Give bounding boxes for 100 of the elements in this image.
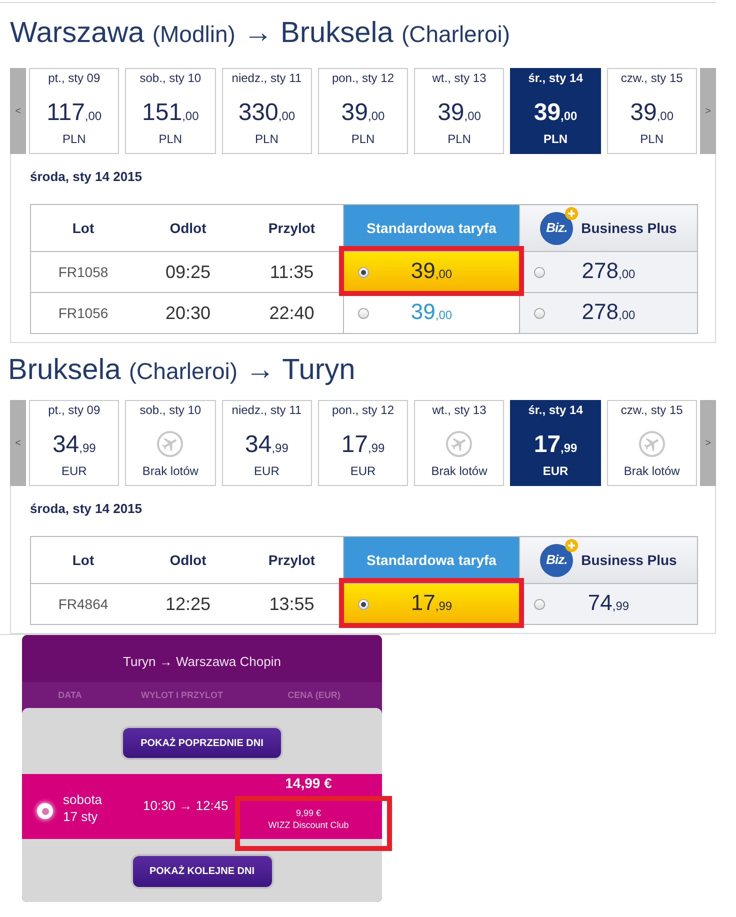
date-tile[interactable]: wt., sty 13 Brak lotów	[414, 400, 504, 486]
next-days-button[interactable]: POKAŻ KOLEJNE DNI	[132, 856, 272, 887]
day-label: pt., sty 09	[48, 71, 100, 85]
day-label: wt., sty 13	[432, 71, 486, 85]
fare-price: 278,00	[582, 298, 636, 326]
currency-label: PLN	[351, 132, 375, 146]
fare-cell[interactable]: 278,00	[520, 293, 697, 333]
flight-row[interactable]: sobota 17 sty 10:30 → 12:45 14,99 € 9,99 € WIZZ Discount Club	[22, 774, 382, 839]
fare-cell[interactable]: 17,99	[344, 584, 519, 624]
date-heading: środa, sty 14 2015	[30, 169, 144, 185]
date-label: 17 sty	[63, 808, 99, 825]
currency-label: PLN	[448, 132, 471, 146]
biz-logo: Biz.	[540, 544, 574, 576]
currency-label: PLN	[544, 132, 568, 146]
weekday-label: sobota	[63, 791, 104, 808]
airplane-icon	[638, 431, 665, 457]
currency-label: PLN	[255, 132, 278, 146]
date-tile[interactable]: śr., sty 14 39,00 PLN	[510, 68, 601, 154]
flight-number: FR4864	[30, 584, 136, 624]
flight-number: FR1058	[30, 252, 136, 292]
day-label: śr., sty 14	[528, 403, 583, 417]
day-label: śr., sty 14	[528, 71, 583, 85]
day-label: sob., sty 10	[140, 71, 202, 85]
currency-label: EUR	[61, 464, 87, 478]
currency-label: EUR	[254, 464, 280, 478]
price-text: 39,00	[630, 99, 674, 128]
biz-logo: Biz.	[540, 212, 574, 244]
column-header: Odlot	[136, 204, 240, 252]
date-tile[interactable]: pon., sty 12 17,99 EUR	[318, 400, 408, 486]
date-tile[interactable]: sob., sty 10 151,00 PLN	[125, 68, 216, 154]
fare-price: 74,99	[588, 590, 630, 616]
radio-button[interactable]	[358, 266, 369, 278]
column-header: WYLOT I PRZYLOT	[140, 688, 224, 702]
departure-time: 20:30	[136, 292, 240, 334]
date-tile[interactable]: śr., sty 14 17,99 EUR	[510, 400, 601, 486]
no-flights-label: Brak lotów	[624, 464, 680, 478]
fare-price: 39,00	[410, 258, 452, 284]
widget-title: Turyn → Warszawa Chopin	[122, 653, 282, 671]
column-label: Business Plus	[581, 218, 677, 238]
price-text: 17,99	[341, 431, 385, 460]
date-tile[interactable]: czw., sty 15 39,00 PLN	[606, 68, 697, 154]
column-header: CENA (EUR)	[286, 688, 342, 702]
currency-label: EUR	[350, 464, 376, 478]
date-tile[interactable]: sob., sty 10 Brak lotów	[125, 400, 216, 486]
date-tile[interactable]: pt., sty 09 34,99 EUR	[29, 400, 120, 486]
column-header: Odlot	[136, 536, 240, 584]
date-tile[interactable]: czw., sty 15 Brak lotów	[606, 400, 697, 486]
day-label: wt., sty 13	[432, 403, 486, 417]
discount-price: 9,99 €	[294, 807, 322, 819]
day-label: czw., sty 15	[620, 403, 683, 417]
radio-button[interactable]	[358, 308, 369, 318]
column-header: Lot	[30, 536, 136, 584]
scroll-right-button[interactable]: >	[700, 400, 716, 486]
previous-days-button[interactable]: POKAŻ POPRZEDNIE DNI	[123, 728, 281, 758]
scroll-left-button[interactable]: <	[10, 400, 26, 486]
fare-price: 278,00	[582, 258, 636, 284]
date-tile[interactable]: wt., sty 13 39,00 PLN	[414, 68, 504, 154]
price-text: 117,00	[46, 99, 102, 128]
column-header: Lot	[30, 204, 136, 252]
route-title: Warszawa (Modlin) → Bruksela (Charleroi)	[10, 16, 512, 51]
date-tile[interactable]: niedz., sty 11 34,99 EUR	[222, 400, 312, 486]
date-tile[interactable]: pt., sty 09 117,00 PLN	[29, 68, 120, 154]
fare-cell[interactable]: 39,00	[344, 252, 519, 292]
price-text: 330,00	[238, 99, 296, 128]
airplane-icon	[157, 431, 184, 457]
date-tile[interactable]: niedz., sty 11 330,00 PLN	[222, 68, 312, 154]
time-range: 10:30 → 12:45	[143, 797, 230, 815]
currency-label: PLN	[640, 132, 664, 146]
radio-button[interactable]	[358, 598, 369, 610]
currency-label: EUR	[542, 464, 568, 478]
price-text: 39,00	[438, 99, 481, 128]
airplane-icon	[446, 431, 472, 457]
radio-button[interactable]	[37, 803, 53, 819]
price-text: 39,00	[341, 99, 385, 128]
price-text: 39,00	[534, 99, 578, 128]
price-text: 34,99	[245, 431, 288, 460]
day-label: pt., sty 09	[48, 403, 100, 417]
column-label: Business Plus	[581, 550, 677, 570]
scroll-right-button[interactable]: >	[700, 68, 716, 154]
radio-button[interactable]	[534, 266, 545, 278]
date-tile[interactable]: pon., sty 12 39,00 PLN	[318, 68, 408, 154]
plus-icon	[565, 538, 578, 552]
no-flights-label: Brak lotów	[142, 464, 198, 478]
price-text: 34,99	[52, 431, 96, 460]
radio-button[interactable]	[534, 308, 545, 318]
fare-price: 39,00	[410, 298, 452, 326]
departure-time: 12:25	[136, 584, 240, 624]
plus-icon	[565, 206, 578, 220]
route-title: Bruksela (Charleroi) → Turyn	[8, 353, 356, 388]
day-label: pon., sty 12	[332, 403, 394, 417]
departure-time: 09:25	[136, 252, 240, 292]
currency-label: PLN	[158, 132, 182, 146]
radio-button[interactable]	[534, 598, 545, 610]
fare-price: 14,99 €	[284, 775, 333, 792]
day-label: niedz., sty 11	[232, 403, 302, 417]
flight-number: FR1056	[30, 292, 136, 334]
scroll-left-button[interactable]: <	[10, 68, 26, 154]
day-label: niedz., sty 11	[232, 71, 302, 85]
column-header: DATA	[57, 688, 83, 702]
no-flights-label: Brak lotów	[431, 464, 488, 478]
